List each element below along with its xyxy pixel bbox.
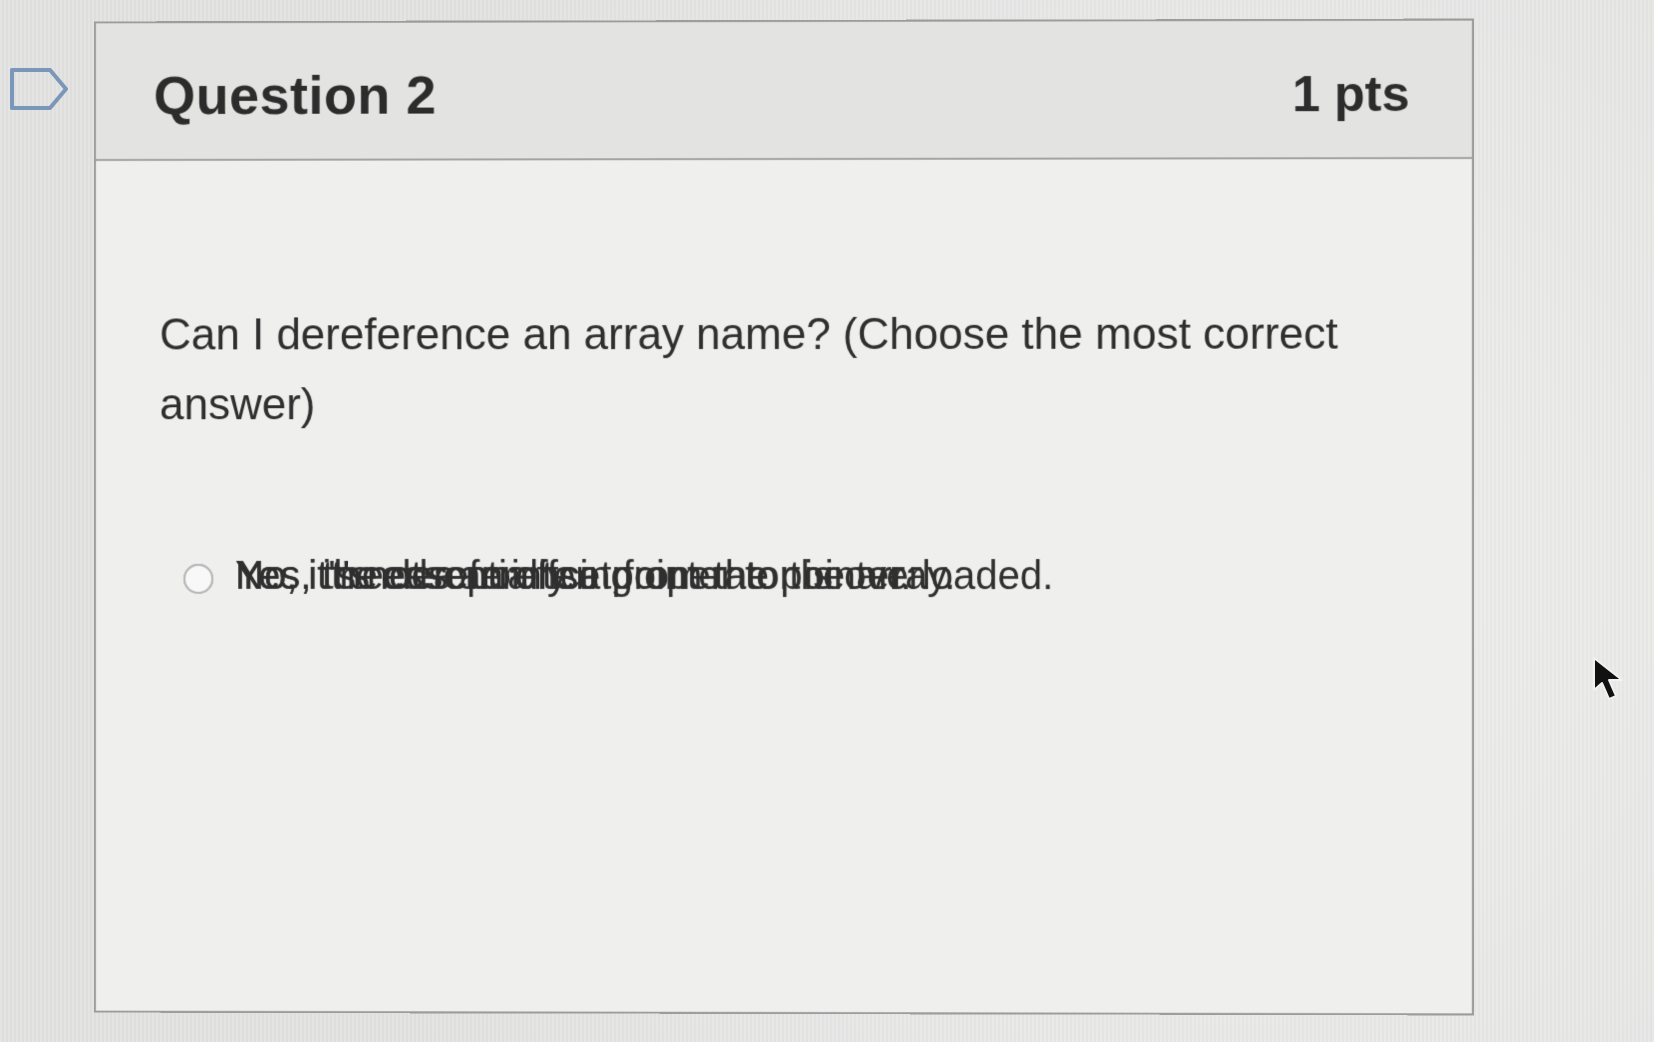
question-card: Question 2 1 pts Can I dereference an ar… bbox=[93, 18, 1474, 1016]
radio-icon[interactable] bbox=[183, 563, 214, 594]
question-title: Question 2 bbox=[153, 65, 437, 126]
question-header: Question 2 1 pts bbox=[95, 20, 1472, 161]
flag-icon[interactable] bbox=[8, 66, 70, 112]
question-points: 1 pts bbox=[1292, 65, 1410, 123]
mouse-cursor-icon bbox=[1593, 657, 1623, 700]
answer-label: No, it's not a pointer. bbox=[235, 553, 598, 598]
question-text: Can I dereference an array name? (Choose… bbox=[159, 309, 1339, 430]
